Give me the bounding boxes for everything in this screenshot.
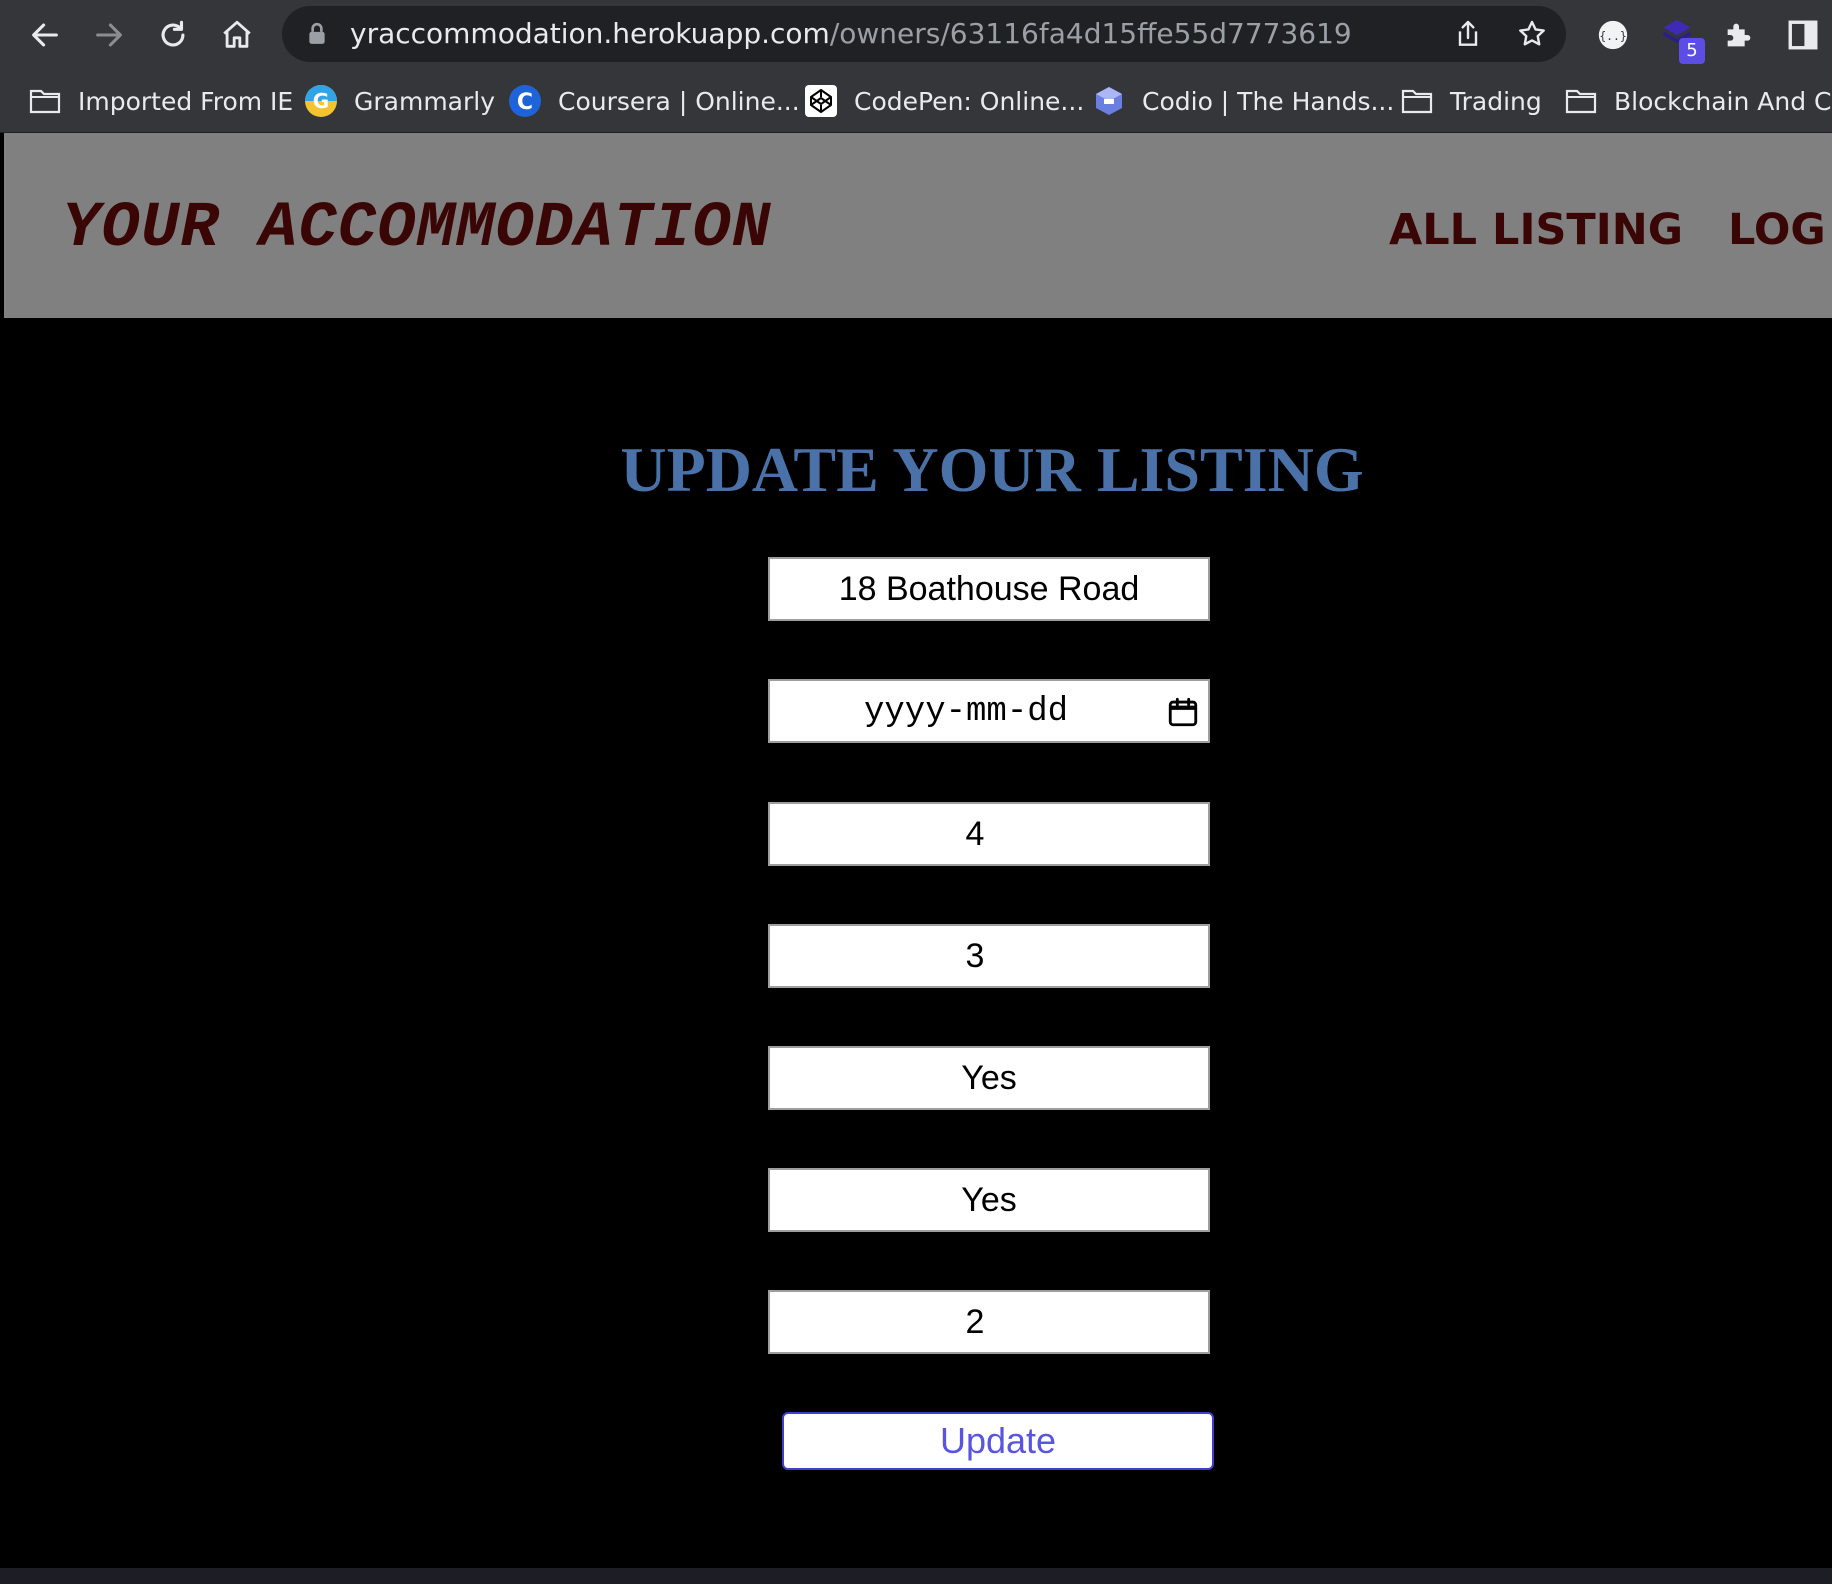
extensions-puzzle-icon[interactable] [1718,14,1760,56]
url-text: yraccommodation.herokuapp.com/owners/631… [350,6,1352,62]
bookmark-coursera[interactable]: C Coursera | Online... [508,70,800,132]
bookmark-label: Imported From IE [78,86,294,116]
bookmark-label: Blockchain And Cr... [1614,86,1832,116]
reload-button[interactable] [150,12,196,58]
folder-icon [1564,84,1598,118]
date-input[interactable]: yyyy-mm-dd [768,679,1210,743]
bookmark-blockchain[interactable]: Blockchain And Cr... [1564,70,1832,132]
url-host: yraccommodation.herokuapp.com [350,17,830,50]
browser-toolbar: yraccommodation.herokuapp.com/owners/631… [0,0,1832,70]
site-header: YOUR ACCOMMODATION ALL LISTING LOG O [4,133,1832,318]
page-title: UPDATE YOUR LISTING [620,434,1364,505]
folder-icon [1400,84,1434,118]
address-input[interactable] [768,557,1210,621]
codio-icon [1092,84,1126,118]
bookmark-grammarly[interactable]: G Grammarly [304,70,495,132]
listing-field-4[interactable] [768,924,1210,988]
update-button[interactable]: Update [782,1412,1214,1470]
svg-text:G: G [313,89,329,113]
coursera-icon: C [508,84,542,118]
home-icon [223,20,251,48]
svg-text:C: C [517,90,533,115]
bookmark-star-icon[interactable] [1516,18,1548,50]
bookmark-label: Codio | The Hands... [1142,86,1395,116]
folder-icon [28,84,62,118]
listing-field-7[interactable] [768,1290,1210,1354]
lock-icon [309,22,325,44]
listing-field-5[interactable] [768,1046,1210,1110]
json-extension-icon[interactable]: {..} [1592,14,1634,56]
bookmark-label: Trading [1450,86,1542,116]
side-panel-icon[interactable] [1782,14,1824,56]
reload-icon [161,20,185,47]
forward-arrow-icon [96,23,122,47]
extension-badge: 5 [1679,38,1705,64]
listing-field-3[interactable] [768,802,1210,866]
back-button[interactable] [22,12,68,58]
nav-log-out[interactable]: LOG O [1728,205,1832,255]
share-icon[interactable] [1452,18,1484,50]
home-button[interactable] [214,12,260,58]
bookmark-trading[interactable]: Trading [1400,70,1542,132]
calendar-icon[interactable] [1166,695,1200,729]
date-placeholder: yyyy-mm-dd [864,693,1069,731]
bookmark-label: Coursera | Online... [558,86,800,116]
window-bottom-edge [0,1568,1832,1584]
site-brand[interactable]: YOUR ACCOMMODATION [62,193,771,265]
codepen-icon [804,84,838,118]
bookmark-label: Grammarly [354,86,496,116]
bookmark-label: CodePen: Online... [854,86,1085,116]
forward-button[interactable] [86,12,132,58]
listing-field-6[interactable] [768,1168,1210,1232]
nav-all-listing[interactable]: ALL LISTING [1389,205,1683,255]
address-bar[interactable]: yraccommodation.herokuapp.com/owners/631… [282,6,1566,62]
bookmark-codio[interactable]: Codio | The Hands... [1092,70,1394,132]
back-arrow-icon [32,23,58,47]
bookmark-imported-from-ie[interactable]: Imported From IE [28,70,293,132]
grammarly-icon: G [304,84,338,118]
url-path: /owners/63116fa4d15ffe55d7773619 [829,17,1352,50]
main-content: UPDATE YOUR LISTING yyyy-mm-dd Update [4,318,1832,1568]
svg-text:{..}: {..} [1599,29,1626,43]
bookmarks-bar: Imported From IE G Grammarly C Coursera … [0,70,1832,133]
bookmark-codepen[interactable]: CodePen: Online... [804,70,1084,132]
